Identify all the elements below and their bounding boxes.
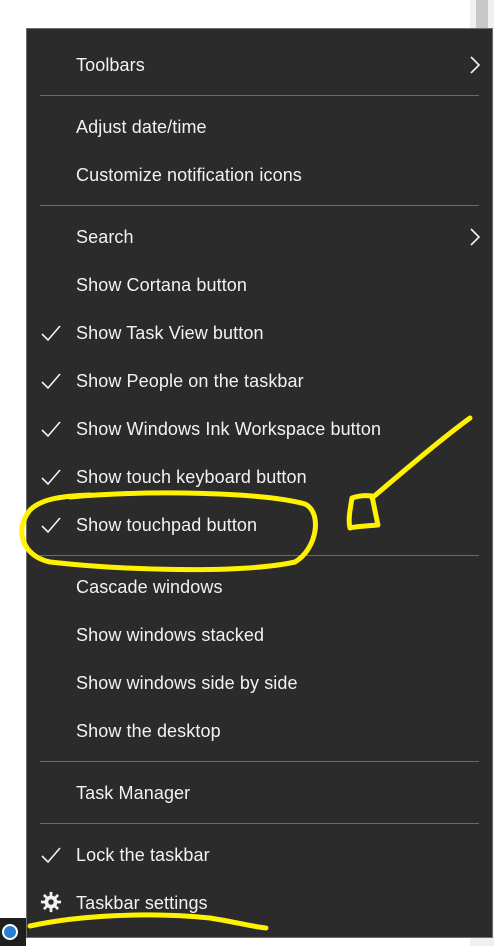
menu-item-label: Toolbars — [76, 54, 145, 75]
menu-item-toolbars[interactable]: Toolbars — [27, 45, 492, 85]
menu-item-show-people[interactable]: Show People on the taskbar — [27, 361, 492, 401]
checkmark-icon — [41, 373, 61, 390]
menu-item-label: Show Task View button — [76, 322, 264, 343]
menu-item-lock-the-taskbar[interactable]: Lock the taskbar — [27, 835, 492, 875]
menu-item-label: Task Manager — [76, 782, 191, 803]
menu-item-search[interactable]: Search — [27, 217, 492, 257]
menu-item-label: Customize notification icons — [76, 164, 302, 185]
desktop-strip — [0, 0, 26, 946]
menu-item-label: Taskbar settings — [76, 892, 208, 913]
menu-item-show-touch-keyboard[interactable]: Show touch keyboard button — [27, 457, 492, 497]
gear-icon — [40, 891, 62, 913]
menu-item-cascade-windows[interactable]: Cascade windows — [27, 567, 492, 607]
menu-item-label: Show Windows Ink Workspace button — [76, 418, 382, 439]
checkmark-icon — [41, 847, 61, 864]
scrollbar-thumb[interactable] — [476, 0, 488, 28]
menu-item-label: Show Cortana button — [76, 274, 248, 295]
menu-item-show-touchpad-button[interactable]: Show touchpad button — [27, 505, 492, 545]
menu-item-label: Adjust date/time — [76, 116, 207, 137]
chevron-right-icon — [470, 56, 481, 74]
menu-separator — [40, 555, 479, 556]
checkmark-icon — [41, 325, 61, 342]
menu-item-label: Show touch keyboard button — [76, 466, 307, 487]
menu-item-label: Show windows stacked — [76, 624, 265, 645]
menu-separator — [40, 823, 479, 824]
menu-separator — [40, 205, 479, 206]
menu-item-adjust-date-time[interactable]: Adjust date/time — [27, 107, 492, 147]
menu-item-show-windows-stacked[interactable]: Show windows stacked — [27, 615, 492, 655]
menu-item-show-windows-ink[interactable]: Show Windows Ink Workspace button — [27, 409, 492, 449]
menu-item-label: Show windows side by side — [76, 672, 298, 693]
menu-item-customize-notification-icons[interactable]: Customize notification icons — [27, 155, 492, 195]
menu-item-label: Show touchpad button — [76, 514, 258, 535]
menu-item-task-manager[interactable]: Task Manager — [27, 773, 492, 813]
checkmark-icon — [41, 469, 61, 486]
taskbar-context-menu: Toolbars Adjust date/time Customize noti… — [26, 28, 493, 938]
chevron-right-icon — [470, 228, 481, 246]
menu-item-label: Lock the taskbar — [76, 844, 210, 865]
menu-item-show-cortana-button[interactable]: Show Cortana button — [27, 265, 492, 305]
menu-separator — [40, 95, 479, 96]
menu-separator — [40, 761, 479, 762]
menu-item-label: Search — [76, 226, 134, 247]
menu-item-label: Show People on the taskbar — [76, 370, 304, 391]
menu-item-taskbar-settings[interactable]: Taskbar settings — [27, 883, 492, 923]
menu-item-show-task-view-button[interactable]: Show Task View button — [27, 313, 492, 353]
tray-app-icon[interactable] — [2, 924, 18, 940]
menu-item-show-the-desktop[interactable]: Show the desktop — [27, 711, 492, 751]
checkmark-icon — [41, 517, 61, 534]
menu-item-label: Show the desktop — [76, 720, 221, 741]
menu-item-show-windows-side-by-side[interactable]: Show windows side by side — [27, 663, 492, 703]
menu-item-label: Cascade windows — [76, 576, 223, 597]
checkmark-icon — [41, 421, 61, 438]
